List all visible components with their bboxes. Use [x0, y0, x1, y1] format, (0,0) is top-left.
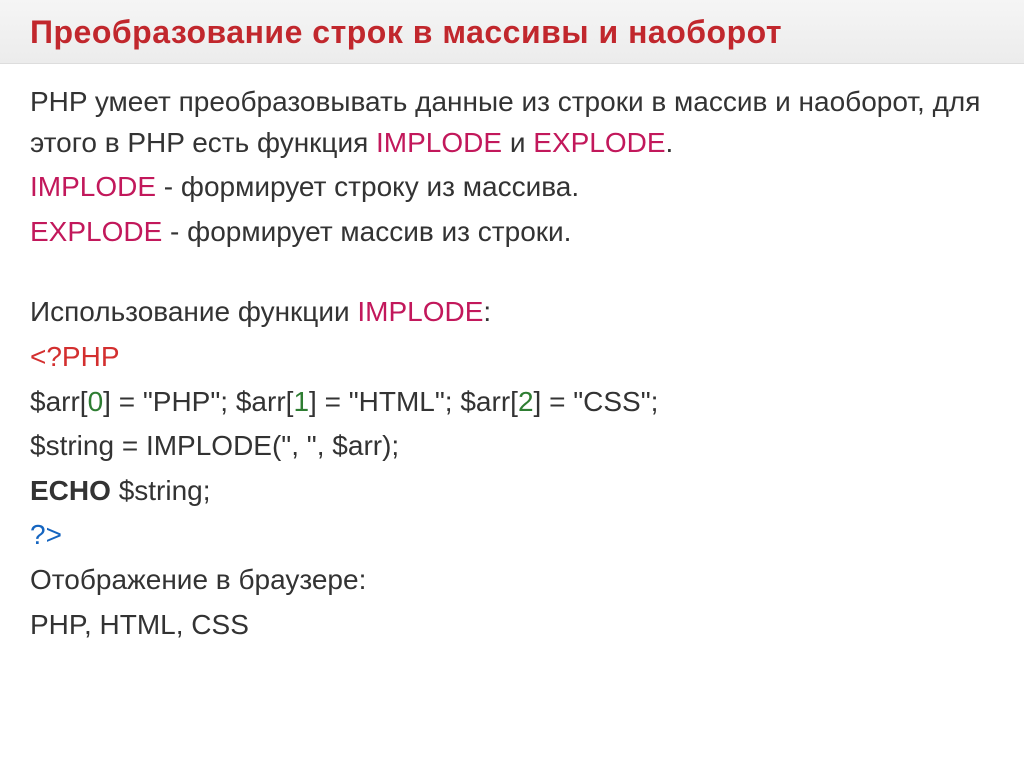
explode-keyword: EXPLODE	[30, 216, 162, 247]
intro-paragraph: PHP умеет преобразовывать данные из стро…	[30, 82, 994, 163]
browser-output-text: PHP, HTML, CSS	[30, 609, 249, 640]
explode-keyword: EXPLODE	[533, 127, 665, 158]
implode-keyword: IMPLODE	[376, 127, 502, 158]
code-3b: $string;	[119, 475, 211, 506]
explode-desc-text: - формирует массив из строки.	[162, 216, 571, 247]
code-1b: ] = "PHP"; $arr[	[103, 386, 293, 417]
code-1d: ] = "CSS";	[534, 386, 659, 417]
code-index-0: 0	[88, 386, 104, 417]
explode-description: EXPLODE - формирует массив из строки.	[30, 212, 994, 253]
code-1c: ] = "HTML"; $arr[	[309, 386, 518, 417]
title-bar: Преобразование строк в массивы и наоборо…	[0, 0, 1024, 64]
code-line-2: $string = IMPLODE(", ", $arr);	[30, 426, 994, 467]
slide-title: Преобразование строк в массивы и наоборо…	[30, 14, 994, 51]
implode-keyword: IMPLODE	[357, 296, 483, 327]
slide-content: PHP умеет преобразовывать данные из стро…	[0, 64, 1024, 667]
code-index-1: 1	[293, 386, 309, 417]
implode-keyword: IMPLODE	[30, 171, 156, 202]
code-line-1: $arr[0] = "PHP"; $arr[1] = "HTML"; $arr[…	[30, 382, 994, 423]
code-line-3: ECHO $string;	[30, 471, 994, 512]
browser-label: Отображение в браузере:	[30, 560, 994, 601]
usage-text: Использование функции	[30, 296, 357, 327]
code-index-2: 2	[518, 386, 534, 417]
code-2: $string = IMPLODE(", ", $arr);	[30, 430, 399, 461]
usage-heading: Использование функции IMPLODE:	[30, 292, 994, 333]
php-close-tag: ?>	[30, 515, 994, 556]
intro-text-2: и	[502, 127, 533, 158]
usage-colon: :	[483, 296, 491, 327]
browser-output: PHP, HTML, CSS	[30, 605, 994, 646]
intro-text-3: .	[666, 127, 674, 158]
spacer	[30, 256, 994, 292]
php-open: <?PHP	[30, 341, 120, 372]
code-1a: $arr[	[30, 386, 88, 417]
implode-description: IMPLODE - формирует строку из массива.	[30, 167, 994, 208]
slide: Преобразование строк в массивы и наоборо…	[0, 0, 1024, 767]
implode-desc-text: - формирует строку из массива.	[156, 171, 579, 202]
echo-keyword: ECHO	[30, 475, 119, 506]
php-close: ?>	[30, 519, 62, 550]
browser-label-text: Отображение в браузере:	[30, 564, 366, 595]
php-open-tag: <?PHP	[30, 337, 994, 378]
